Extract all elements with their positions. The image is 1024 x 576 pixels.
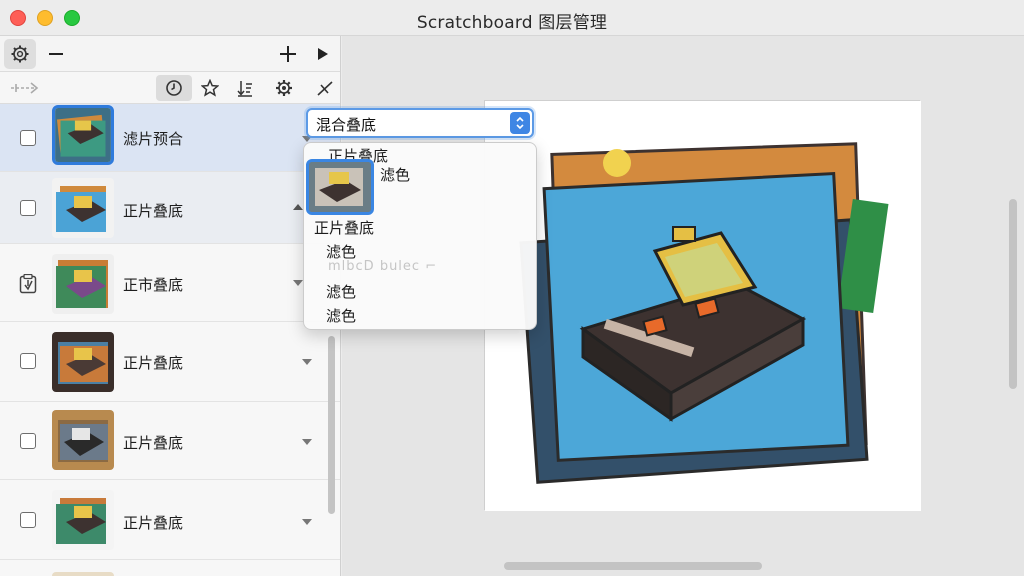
play-triangle-icon [318, 48, 328, 60]
sort-button[interactable] [229, 75, 261, 101]
layer-thumbnail[interactable] [52, 254, 114, 314]
layer-tools-bar [0, 72, 340, 104]
clipboard-check-icon [19, 273, 37, 294]
layer-thumbnail[interactable] [52, 178, 114, 238]
menu-item[interactable]: 滤色 [326, 305, 356, 326]
add-layer-button[interactable] [276, 39, 300, 69]
chevron-down-icon[interactable] [302, 439, 312, 445]
canvas-vertical-scrollbar[interactable] [1009, 199, 1017, 389]
remove-layer-button[interactable] [44, 39, 68, 69]
layer-row[interactable]: 正片叠底 [0, 172, 340, 244]
plus-icon [280, 46, 296, 62]
link-arrow-button[interactable] [4, 75, 44, 101]
sort-icon [237, 81, 252, 97]
layer-name: 正片叠底 [123, 434, 184, 452]
favorite-button[interactable] [194, 75, 226, 101]
canvas-horizontal-scrollbar[interactable] [504, 562, 762, 570]
artwork-image [485, 101, 921, 511]
layer-thumbnail[interactable] [52, 105, 114, 165]
blend-mode-value: 混合叠底 [316, 116, 377, 134]
layer-thumbnail[interactable] [52, 332, 114, 392]
layer-thumbnail[interactable] [52, 490, 114, 550]
settings-button[interactable] [4, 39, 36, 69]
menu-item[interactable]: 滤色 [380, 164, 410, 185]
layer-name: 正片叠底 [123, 514, 184, 532]
layer-row[interactable]: 滤片预合 [0, 104, 340, 172]
layer-visibility-checkbox[interactable] [20, 353, 36, 369]
layer-thumbnail[interactable] [52, 410, 114, 470]
layer-name: 正片叠底 [123, 202, 184, 220]
menu-item[interactable]: 正片叠底 [314, 217, 374, 238]
layers-panel: 滤片预合 正片叠底 正市叠底 正片叠底 正片叠底 正片叠底 [0, 36, 341, 576]
layers-toolbar [0, 36, 340, 72]
chevron-down-icon[interactable] [293, 280, 303, 286]
layer-thumbnail[interactable] [52, 572, 114, 576]
artboard [484, 100, 921, 511]
layer-row[interactable]: 正片叠底 [0, 322, 340, 402]
chevron-up-down-icon [516, 116, 524, 130]
arrow-link-icon [11, 82, 39, 94]
title-bar: Scratchboard 图层管理 [0, 0, 1024, 36]
tool-icon [317, 81, 333, 96]
history-button[interactable] [156, 75, 192, 101]
layer-row[interactable]: 正片叠底 [0, 402, 340, 480]
cog-icon [276, 80, 292, 96]
chevron-up-icon[interactable] [293, 204, 303, 210]
select-stepper-button[interactable] [510, 112, 530, 134]
layer-name: 滤片预合 [123, 130, 184, 148]
minus-icon [49, 53, 63, 55]
menu-ghost-text: mlbcD bulec ⌐ [328, 259, 438, 274]
layer-name: 正市叠底 [123, 276, 184, 294]
window-title: Scratchboard 图层管理 [416, 13, 608, 33]
blend-mode-select[interactable]: 混合叠底 [306, 108, 534, 138]
layer-settings-button[interactable] [268, 75, 300, 101]
layer-visibility-checkbox[interactable] [20, 512, 36, 528]
layer-status-icon[interactable] [19, 273, 37, 298]
layer-visibility-checkbox[interactable] [20, 130, 36, 146]
tool-button[interactable] [309, 75, 340, 101]
layer-visibility-checkbox[interactable] [20, 200, 36, 216]
blend-mode-menu: 正片叠底 滤色 正片叠底 滤色 mlbcD bulec ⌐ 滤色 滤色 [303, 142, 537, 330]
menu-item-thumbnail[interactable] [306, 159, 374, 215]
layer-row[interactable]: 正片叠底 [0, 480, 340, 560]
chevron-down-icon[interactable] [302, 519, 312, 525]
layer-row[interactable] [0, 560, 340, 576]
chevron-down-icon[interactable] [302, 359, 312, 365]
menu-item[interactable]: 滤色 [326, 281, 356, 302]
history-clock-icon [166, 80, 182, 96]
layer-name: 正片叠底 [123, 354, 184, 372]
gear-icon [11, 45, 29, 63]
layer-visibility-checkbox[interactable] [20, 433, 36, 449]
layer-list-scrollbar[interactable] [328, 336, 335, 514]
play-button[interactable] [313, 39, 333, 69]
layer-row[interactable]: 正市叠底 [0, 244, 340, 322]
star-icon [201, 79, 219, 97]
